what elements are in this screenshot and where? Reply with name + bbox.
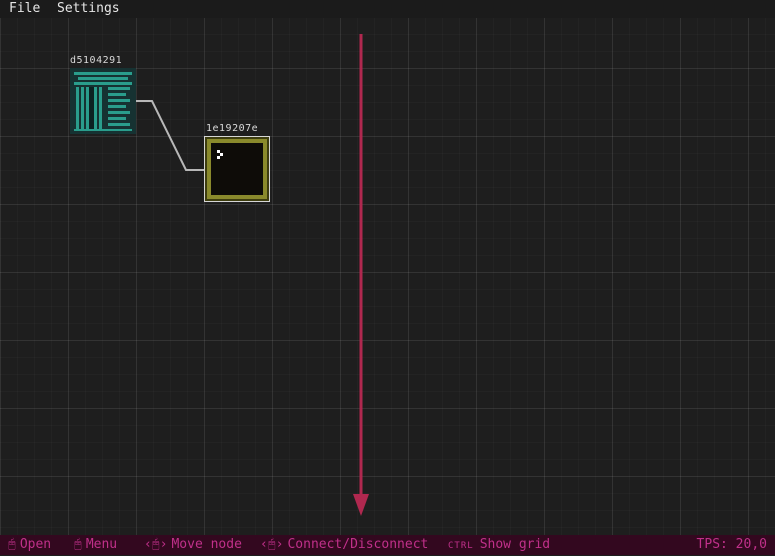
node-screen — [211, 143, 263, 195]
hint-move-label: Move node — [171, 537, 242, 552]
right-mouse-icon: 🖰 — [74, 537, 82, 552]
node-pattern-image — [70, 68, 136, 134]
hint-menu: 🖰 Menu — [74, 535, 117, 555]
hint-grid-label: Show grid — [479, 537, 551, 552]
status-bar: 🖰 Open 🖰 Menu ‹🖰› Move node ‹🖰› Connect/Disc… — [0, 535, 775, 555]
left-mouse-icon: 🖰 — [8, 537, 16, 552]
node-d5104291[interactable] — [70, 68, 136, 134]
node-label-d5104291: d5104291 — [70, 55, 123, 66]
cursor-glyph — [217, 150, 223, 159]
hint-open-label: Open — [19, 537, 52, 552]
tps-readout: TPS: 20,0 — [696, 537, 767, 552]
arrow-head — [353, 494, 369, 516]
hint-open: 🖰 Open — [8, 535, 51, 555]
connection-wire[interactable] — [136, 100, 204, 171]
node-label-1e19207e: 1e19207e — [206, 123, 259, 134]
drag-left-mouse-icon: ‹🖰› — [144, 537, 168, 552]
hint-connect: ‹🖰› Connect/Disconnect — [260, 535, 428, 555]
hint-menu-label: Menu — [85, 537, 118, 552]
hint-show-grid: CTRL Show grid — [448, 535, 550, 556]
drag-right-mouse-icon: ‹🖰› — [260, 537, 284, 552]
hint-move-node: ‹🖰› Move node — [144, 535, 242, 555]
ctrl-key-icon: CTRL — [448, 541, 474, 551]
node-1e19207e[interactable] — [204, 136, 270, 202]
hint-connect-label: Connect/Disconnect — [287, 537, 429, 552]
